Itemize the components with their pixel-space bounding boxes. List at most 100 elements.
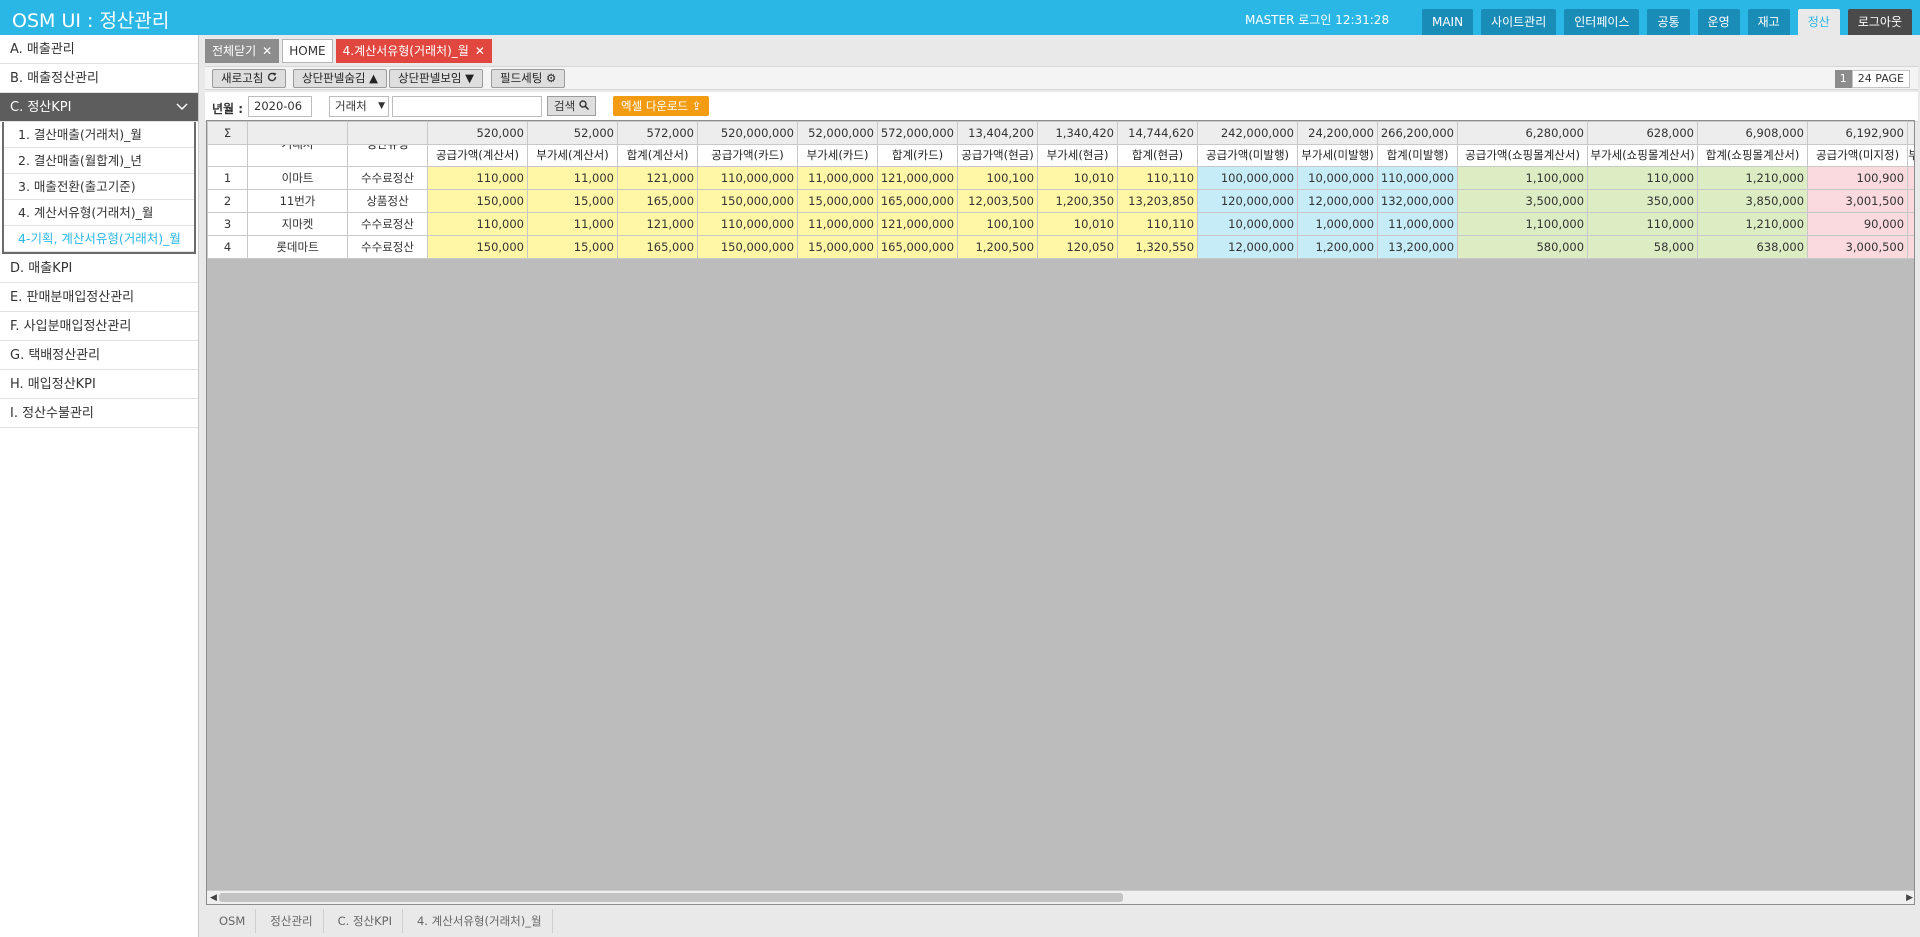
table-cell[interactable]: 110,000,000 bbox=[697, 212, 799, 236]
table-cell[interactable]: 1,210,000 bbox=[1697, 166, 1809, 190]
table-cell[interactable]: 15,000 bbox=[527, 235, 618, 259]
col-header[interactable]: 부가세(계산서) bbox=[527, 143, 618, 167]
table-cell[interactable]: 11번가 bbox=[247, 189, 348, 213]
sidebar-item-sold-purchase[interactable]: E. 판매분매입정산관리 bbox=[0, 283, 198, 312]
month-input[interactable]: 2020-06 bbox=[248, 96, 312, 117]
search-type-select[interactable]: 거래처 ▼ bbox=[329, 96, 389, 117]
excel-download-button[interactable]: 엑셀 다운로드 ⇪ bbox=[613, 96, 710, 116]
table-cell[interactable]: 1,100,000 bbox=[1457, 212, 1589, 236]
table-cell[interactable]: 1,200,350 bbox=[1037, 189, 1119, 213]
col-header[interactable]: 합계(계산서) bbox=[616, 143, 699, 167]
table-cell[interactable]: 지마켓 bbox=[247, 212, 348, 236]
sidebar-item-purchase-kpi[interactable]: H. 매입정산KPI bbox=[0, 370, 198, 399]
tab-close-all[interactable]: 전체닫기 ✕ bbox=[205, 39, 280, 63]
table-cell[interactable]: 이마트 bbox=[247, 166, 348, 190]
submenu-item-1[interactable]: 1. 결산매출(거래처)_월 bbox=[4, 122, 194, 148]
table-cell[interactable] bbox=[1907, 212, 1914, 236]
sidebar-item-sales-settlement[interactable]: B. 매출정산관리 bbox=[0, 64, 198, 93]
breadcrumb-item[interactable]: 4. 계산서유형(거래처)_월 bbox=[402, 909, 553, 933]
table-cell[interactable]: 1,200,500 bbox=[957, 235, 1039, 259]
table-cell[interactable]: 165,000,000 bbox=[877, 189, 959, 213]
table-cell[interactable]: 15,000,000 bbox=[797, 189, 879, 213]
table-cell[interactable]: 150,000 bbox=[427, 189, 528, 213]
logout-button[interactable]: 로그아웃 bbox=[1847, 9, 1912, 35]
table-cell[interactable]: 11,000,000 bbox=[1377, 212, 1459, 236]
submenu-item-4[interactable]: 4. 계산서유형(거래처)_월 bbox=[4, 200, 194, 226]
table-cell[interactable]: 90,000 bbox=[1807, 212, 1909, 236]
col-header[interactable]: 부 bbox=[1907, 143, 1914, 167]
nav-inventory[interactable]: 재고 bbox=[1747, 9, 1790, 35]
table-cell[interactable]: 3,850,000 bbox=[1697, 189, 1809, 213]
col-header[interactable]: 부가세(미발행) bbox=[1297, 143, 1379, 167]
table-cell[interactable]: 110,000 bbox=[1587, 212, 1699, 236]
nav-common[interactable]: 공통 bbox=[1647, 9, 1690, 35]
breadcrumb-item[interactable]: 정산관리 bbox=[256, 909, 324, 933]
nav-settlement[interactable]: 정산 bbox=[1797, 9, 1840, 35]
table-cell[interactable]: 4 bbox=[207, 235, 248, 259]
table-cell[interactable]: 11,000,000 bbox=[797, 166, 879, 190]
col-header[interactable]: 공급가액(쇼핑몰계산서) bbox=[1457, 143, 1589, 167]
table-cell[interactable]: 100,100 bbox=[957, 212, 1039, 236]
table-row[interactable]: 3 지마켓 수수료정산 110,000 11,000 121,000 110,000,000… bbox=[207, 212, 1914, 236]
breadcrumb-item[interactable]: C. 정산KPI bbox=[323, 909, 403, 933]
col-header[interactable]: 부가세(현금) bbox=[1037, 143, 1119, 167]
nav-site-management[interactable]: 사이트관리 bbox=[1481, 9, 1557, 35]
col-header[interactable]: 공급가액(계산서) bbox=[427, 143, 528, 167]
table-cell[interactable]: 110,110 bbox=[1117, 166, 1199, 190]
table-cell[interactable]: 1,100,000 bbox=[1457, 166, 1589, 190]
table-cell[interactable]: 350,000 bbox=[1587, 189, 1699, 213]
table-cell[interactable]: 121,000,000 bbox=[877, 166, 959, 190]
table-row[interactable]: 4 롯데마트 수수료정산 150,000 15,000 165,000 150,000,00… bbox=[207, 235, 1914, 259]
sidebar-item-ledger[interactable]: I. 정산수불관리 bbox=[0, 399, 198, 428]
sidebar-item-sales[interactable]: A. 매출관리 bbox=[0, 35, 198, 64]
table-cell[interactable]: 58,000 bbox=[1587, 235, 1699, 259]
table-cell[interactable]: 3,001,500 bbox=[1807, 189, 1909, 213]
table-cell[interactable]: 13,203,850 bbox=[1117, 189, 1199, 213]
table-cell[interactable]: 11,000 bbox=[527, 166, 618, 190]
table-cell[interactable]: 13,200,000 bbox=[1377, 235, 1459, 259]
table-cell[interactable]: 580,000 bbox=[1457, 235, 1589, 259]
refresh-button[interactable]: 새로고침 bbox=[212, 69, 286, 88]
table-cell[interactable]: 15,000,000 bbox=[797, 235, 879, 259]
table-cell[interactable] bbox=[1907, 189, 1914, 213]
table-cell[interactable]: 110,000,000 bbox=[697, 166, 799, 190]
table-cell[interactable]: 롯데마트 bbox=[247, 235, 348, 259]
submenu-item-2[interactable]: 2. 결산매출(월합계)_년 bbox=[4, 148, 194, 174]
table-cell[interactable]: 121,000 bbox=[616, 166, 699, 190]
page-current[interactable]: 1 bbox=[1834, 70, 1852, 88]
submenu-item-3[interactable]: 3. 매출전환(출고기준) bbox=[4, 174, 194, 200]
sidebar-item-delivery[interactable]: G. 택배정산관리 bbox=[0, 341, 198, 370]
table-row[interactable]: 1 이마트 수수료정산 110,000 11,000 121,000 110,000,000… bbox=[207, 166, 1914, 190]
table-cell[interactable]: 110,000 bbox=[427, 212, 528, 236]
table-cell[interactable]: 1,320,550 bbox=[1117, 235, 1199, 259]
show-panel-button[interactable]: 상단판넬보임 ▼ bbox=[389, 69, 483, 88]
scroll-left-arrow-icon[interactable]: ◀ bbox=[210, 891, 217, 904]
table-cell[interactable]: 100,000,000 bbox=[1197, 166, 1299, 190]
table-cell[interactable]: 1,210,000 bbox=[1697, 212, 1809, 236]
table-cell[interactable]: 3,000,500 bbox=[1807, 235, 1909, 259]
table-cell[interactable]: 10,000,000 bbox=[1197, 212, 1299, 236]
col-header[interactable]: 공급가액(현금) bbox=[957, 143, 1039, 167]
table-cell[interactable]: 3,500,000 bbox=[1457, 189, 1589, 213]
table-cell[interactable]: 15,000 bbox=[527, 189, 618, 213]
col-header[interactable]: 합계(현금) bbox=[1117, 143, 1199, 167]
nav-interface[interactable]: 인터페이스 bbox=[1564, 9, 1640, 35]
close-icon[interactable]: ✕ bbox=[262, 44, 272, 58]
table-cell[interactable]: 11,000,000 bbox=[797, 212, 879, 236]
nav-operation[interactable]: 운영 bbox=[1697, 9, 1740, 35]
table-cell[interactable]: 165,000 bbox=[616, 235, 699, 259]
table-cell[interactable]: 수수료정산 bbox=[347, 212, 428, 236]
table-cell[interactable]: 1,200,000 bbox=[1297, 235, 1379, 259]
table-cell[interactable]: 150,000,000 bbox=[697, 235, 799, 259]
table-cell[interactable]: 2 bbox=[207, 189, 248, 213]
table-cell[interactable] bbox=[1907, 235, 1914, 259]
col-header[interactable]: 공급가액(미지정) bbox=[1807, 143, 1909, 167]
horizontal-scrollbar[interactable]: ◀ ▶ bbox=[207, 890, 1914, 904]
table-cell[interactable]: 165,000 bbox=[616, 189, 699, 213]
table-cell[interactable]: 110,000 bbox=[1587, 166, 1699, 190]
table-cell[interactable] bbox=[1907, 166, 1914, 190]
table-cell[interactable]: 수수료정산 bbox=[347, 166, 428, 190]
col-header[interactable]: 합계(쇼핑몰계산서) bbox=[1697, 143, 1809, 167]
col-header[interactable]: 공급가액(미발행) bbox=[1197, 143, 1299, 167]
table-cell[interactable]: 132,000,000 bbox=[1377, 189, 1459, 213]
